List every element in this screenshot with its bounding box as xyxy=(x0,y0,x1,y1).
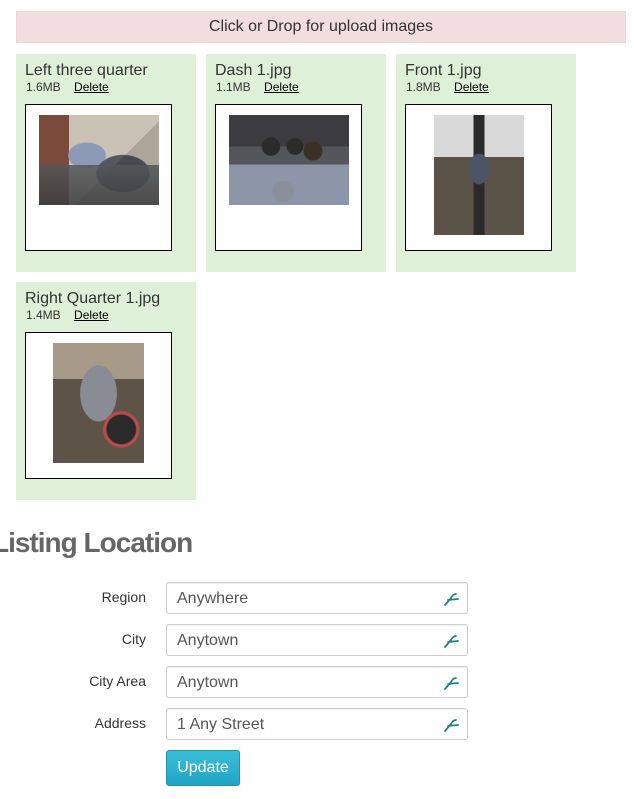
address-field[interactable] xyxy=(166,708,468,740)
image-thumbnail-frame[interactable] xyxy=(405,104,552,251)
image-card: Dash 1.jpg 1.1MB Delete xyxy=(206,54,386,272)
form-row-city: City xyxy=(0,624,480,656)
image-meta: 1.8MB Delete xyxy=(406,80,489,94)
form-row-city-area: City Area xyxy=(0,666,480,698)
image-name: Right Quarter 1.jpg xyxy=(25,290,161,307)
image-thumbnail xyxy=(53,343,144,463)
image-thumbnail-frame[interactable] xyxy=(215,104,362,251)
region-field[interactable] xyxy=(166,582,468,614)
image-size: 1.4MB xyxy=(26,308,61,322)
delete-image-link[interactable]: Delete xyxy=(74,80,109,94)
delete-image-link[interactable]: Delete xyxy=(74,308,109,322)
field-label: City Area xyxy=(89,673,146,689)
image-thumbnail-frame[interactable] xyxy=(25,104,172,251)
image-name: Dash 1.jpg xyxy=(215,62,292,79)
image-thumbnail xyxy=(229,115,349,205)
section-title: Listing Location xyxy=(0,527,193,558)
image-thumbnail xyxy=(434,115,524,235)
field-label: Address xyxy=(94,715,146,731)
image-card: Front 1.jpg 1.8MB Delete xyxy=(396,54,576,272)
location-pin-icon[interactable] xyxy=(443,592,459,606)
delete-image-link[interactable]: Delete xyxy=(264,80,299,94)
form-row-address: Address xyxy=(0,708,480,740)
city-field[interactable] xyxy=(166,624,468,656)
image-thumbnail-frame[interactable] xyxy=(25,332,172,479)
image-size: 1.6MB xyxy=(26,80,61,94)
field-label: Region xyxy=(101,589,146,605)
field-label: City xyxy=(121,631,146,647)
city-area-input[interactable] xyxy=(177,672,437,694)
city-area-field[interactable] xyxy=(166,666,468,698)
region-input[interactable] xyxy=(177,588,437,610)
location-pin-icon[interactable] xyxy=(443,634,459,648)
address-input[interactable] xyxy=(177,714,437,736)
image-name: Left three quarter xyxy=(25,62,148,79)
delete-image-link[interactable]: Delete xyxy=(454,80,489,94)
image-name: Front 1.jpg xyxy=(405,62,482,79)
form-row-region: Region xyxy=(0,582,480,614)
location-pin-icon[interactable] xyxy=(443,718,459,732)
image-meta: 1.6MB Delete xyxy=(26,80,109,94)
location-pin-icon[interactable] xyxy=(443,676,459,690)
image-card: Right Quarter 1.jpg 1.4MB Delete xyxy=(16,282,196,500)
image-size: 1.8MB xyxy=(406,80,441,94)
upload-dropzone-label: Click or Drop for upload images xyxy=(208,18,434,35)
image-card: Left three quarter 1.6MB Delete xyxy=(16,54,196,272)
upload-dropzone[interactable]: Click or Drop for upload images xyxy=(16,11,626,43)
image-meta: 1.4MB Delete xyxy=(26,308,109,322)
image-meta: 1.1MB Delete xyxy=(216,80,299,94)
image-size: 1.1MB xyxy=(216,80,251,94)
city-input[interactable] xyxy=(177,630,437,652)
image-thumbnail xyxy=(39,115,159,205)
update-button[interactable]: Update xyxy=(166,750,240,786)
